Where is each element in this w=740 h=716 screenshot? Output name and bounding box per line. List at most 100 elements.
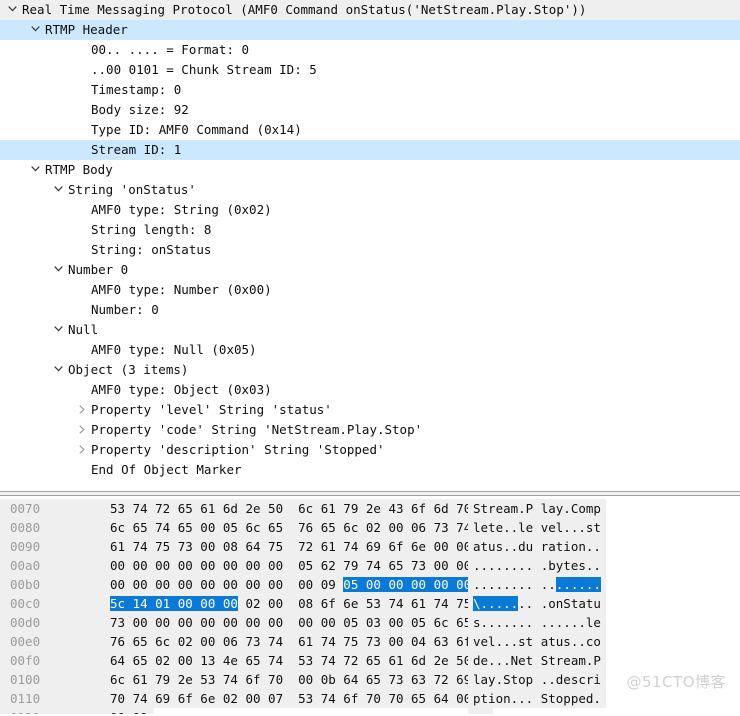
hex-bytes-plain-tail: 02 00 08 6f 6e 53 74 61 74 75 — [237, 596, 472, 611]
hex-dump-row[interactable]: 00b0 00 00 00 00 00 00 00 00 00 09 05 00 … — [0, 575, 740, 594]
hex-offset: 00f0 — [0, 651, 104, 670]
tree-row[interactable]: Property 'description' String 'Stopped' — [0, 440, 740, 460]
hex-bytes-selected: 05 00 00 00 00 00 — [343, 577, 472, 592]
tree-row[interactable]: AMF0 type: String (0x02) — [0, 200, 740, 220]
tree-row[interactable]: Null — [0, 320, 740, 340]
tree-row[interactable]: Number: 0 — [0, 300, 740, 320]
hex-ascii[interactable]: de...Net Stream.P — [468, 651, 606, 670]
tree-row[interactable]: AMF0 type: Object (0x03) — [0, 380, 740, 400]
tree-row[interactable]: Object (3 items) — [0, 360, 740, 380]
chevron-right-icon[interactable] — [75, 420, 88, 440]
hex-dump-row[interactable]: 00a0 00 00 00 00 00 00 00 00 05 62 79 74 … — [0, 556, 740, 575]
packet-bytes-pane[interactable]: 0070 53 74 72 65 61 6d 2e 50 6c 61 79 2e … — [0, 496, 740, 714]
hex-bytes-plain: 00 09 — [110, 710, 148, 714]
hex-ascii[interactable]: vel...st atus..co — [468, 632, 606, 651]
tree-row-label: AMF0 type: Object (0x03) — [91, 382, 272, 397]
hex-ascii-plain: ption... Stopped. — [473, 691, 601, 706]
hex-bytes[interactable]: 61 74 75 73 00 08 64 75 72 61 74 69 6f 6… — [104, 537, 478, 556]
hex-bytes-plain: 61 74 75 73 00 08 64 75 72 61 74 69 6f 6… — [110, 539, 472, 554]
tree-row-label: Real Time Messaging Protocol (AMF0 Comma… — [22, 2, 587, 17]
hex-dump-row[interactable]: 0100 6c 61 79 2e 53 74 6f 70 00 0b 64 65 … — [0, 670, 740, 689]
hex-ascii[interactable]: ........ .bytes.. — [468, 556, 606, 575]
hex-ascii[interactable]: .. — [468, 708, 494, 714]
hex-ascii[interactable]: atus..du ration.. — [468, 537, 606, 556]
hex-ascii[interactable]: lay.Stop ..descri — [468, 670, 606, 689]
hex-bytes[interactable]: 00 09 — [104, 708, 154, 714]
tree-row[interactable]: Number 0 — [0, 260, 740, 280]
tree-row[interactable]: AMF0 type: Number (0x00) — [0, 280, 740, 300]
hex-dump-row[interactable]: 0080 6c 65 74 65 00 05 6c 65 76 65 6c 02 … — [0, 518, 740, 537]
hex-bytes[interactable]: 5c 14 01 00 00 00 02 00 08 6f 6e 53 74 6… — [104, 594, 478, 613]
tree-row[interactable]: 00.. .... = Format: 0 — [0, 40, 740, 60]
tree-row[interactable]: String 'onStatus' — [0, 180, 740, 200]
hex-dump-row[interactable]: 00e0 76 65 6c 02 00 06 73 74 61 74 75 73 … — [0, 632, 740, 651]
tree-row[interactable]: Property 'code' String 'NetStream.Play.S… — [0, 420, 740, 440]
tree-row-label: Null — [68, 322, 99, 337]
hex-ascii[interactable]: \....... .onStatu — [468, 594, 606, 613]
chevron-down-icon[interactable] — [52, 180, 65, 200]
hex-offset: 00a0 — [0, 556, 104, 575]
hex-dump-row[interactable]: 0090 61 74 75 73 00 08 64 75 72 61 74 69 … — [0, 537, 740, 556]
tree-row-label: Property 'code' String 'NetStream.Play.S… — [91, 422, 423, 437]
tree-row[interactable]: Timestamp: 0 — [0, 80, 740, 100]
chevron-down-icon[interactable] — [6, 0, 19, 20]
hex-dump-row[interactable]: 0120 00 09.. — [0, 708, 740, 714]
chevron-down-icon[interactable] — [52, 260, 65, 280]
tree-row-label: RTMP Body — [45, 162, 113, 177]
hex-bytes[interactable]: 70 74 69 6f 6e 02 00 07 53 74 6f 70 70 6… — [104, 689, 478, 708]
hex-dump-row[interactable]: 00d0 73 00 00 00 00 00 00 00 00 00 05 03 … — [0, 613, 740, 632]
hex-bytes[interactable]: 53 74 72 65 61 6d 2e 50 6c 61 79 2e 43 6… — [104, 499, 478, 518]
chevron-down-icon[interactable] — [52, 320, 65, 340]
hex-bytes[interactable]: 64 65 02 00 13 4e 65 74 53 74 72 65 61 6… — [104, 651, 478, 670]
chevron-down-icon[interactable] — [29, 160, 42, 180]
hex-ascii[interactable]: lete..le vel...st — [468, 518, 606, 537]
tree-row[interactable]: Real Time Messaging Protocol (AMF0 Comma… — [0, 0, 740, 20]
tree-row[interactable]: String length: 8 — [0, 220, 740, 240]
chevron-down-icon[interactable] — [52, 360, 65, 380]
hex-offset: 00b0 — [0, 575, 104, 594]
tree-row-label: AMF0 type: String (0x02) — [91, 202, 272, 217]
hex-ascii-plain: lete..le vel...st — [473, 520, 601, 535]
tree-row-label: Number: 0 — [91, 302, 159, 317]
tree-row[interactable]: Property 'level' String 'status' — [0, 400, 740, 420]
hex-ascii[interactable]: ........ ........ — [468, 575, 606, 594]
hex-bytes[interactable]: 6c 61 79 2e 53 74 6f 70 00 0b 64 65 73 6… — [104, 670, 478, 689]
chevron-down-icon[interactable] — [29, 20, 42, 40]
hex-ascii[interactable]: ption... Stopped. — [468, 689, 606, 708]
hex-offset: 0080 — [0, 518, 104, 537]
hex-ascii-selected: \..... — [473, 596, 519, 611]
hex-ascii[interactable]: Stream.P lay.Comp — [468, 499, 606, 518]
hex-dump-row[interactable]: 0110 70 74 69 6f 6e 02 00 07 53 74 6f 70 … — [0, 689, 740, 708]
hex-bytes-plain: 6c 65 74 65 00 05 6c 65 76 65 6c 02 00 0… — [110, 520, 472, 535]
tree-row[interactable]: ..00 0101 = Chunk Stream ID: 5 — [0, 60, 740, 80]
tree-row[interactable]: RTMP Header — [0, 20, 740, 40]
tree-row-label: String: onStatus — [91, 242, 212, 257]
tree-row-label: 00.. .... = Format: 0 — [91, 42, 250, 57]
tree-row[interactable]: Stream ID: 1 — [0, 140, 740, 160]
tree-row[interactable]: Type ID: AMF0 Command (0x14) — [0, 120, 740, 140]
tree-row[interactable]: RTMP Body — [0, 160, 740, 180]
hex-bytes-plain: 76 65 6c 02 00 06 73 74 61 74 75 73 00 0… — [110, 634, 472, 649]
hex-ascii-plain: Stream.P lay.Comp — [473, 501, 601, 516]
chevron-right-icon[interactable] — [75, 400, 88, 420]
hex-bytes[interactable]: 00 00 00 00 00 00 00 00 00 09 05 00 00 0… — [104, 575, 478, 594]
chevron-right-icon[interactable] — [75, 440, 88, 460]
hex-dump-row[interactable]: 00f0 64 65 02 00 13 4e 65 74 53 74 72 65 … — [0, 651, 740, 670]
tree-row[interactable]: String: onStatus — [0, 240, 740, 260]
hex-bytes[interactable]: 00 00 00 00 00 00 00 00 05 62 79 74 65 7… — [104, 556, 478, 575]
packet-details-tree[interactable]: Real Time Messaging Protocol (AMF0 Comma… — [0, 0, 740, 491]
hex-bytes[interactable]: 73 00 00 00 00 00 00 00 00 00 05 03 00 0… — [104, 613, 478, 632]
hex-dump-row[interactable]: 00c0 5c 14 01 00 00 00 02 00 08 6f 6e 53 … — [0, 594, 740, 613]
hex-ascii[interactable]: s....... ......le — [468, 613, 606, 632]
tree-row-label: ..00 0101 = Chunk Stream ID: 5 — [91, 62, 317, 77]
hex-bytes-plain: 00 00 00 00 00 00 00 00 00 09 — [110, 577, 344, 592]
hex-bytes[interactable]: 6c 65 74 65 00 05 6c 65 76 65 6c 02 00 0… — [104, 518, 478, 537]
tree-row[interactable]: Body size: 92 — [0, 100, 740, 120]
hex-bytes-plain: 70 74 69 6f 6e 02 00 07 53 74 6f 70 70 6… — [110, 691, 472, 706]
hex-ascii-selected: ...... — [555, 577, 601, 592]
hex-bytes[interactable]: 76 65 6c 02 00 06 73 74 61 74 75 73 00 0… — [104, 632, 478, 651]
tree-row[interactable]: End Of Object Marker — [0, 460, 740, 480]
tree-row[interactable]: AMF0 type: Null (0x05) — [0, 340, 740, 360]
hex-dump-row[interactable]: 0070 53 74 72 65 61 6d 2e 50 6c 61 79 2e … — [0, 499, 740, 518]
hex-bytes-plain: 00 00 00 00 00 00 00 00 05 62 79 74 65 7… — [110, 558, 472, 573]
